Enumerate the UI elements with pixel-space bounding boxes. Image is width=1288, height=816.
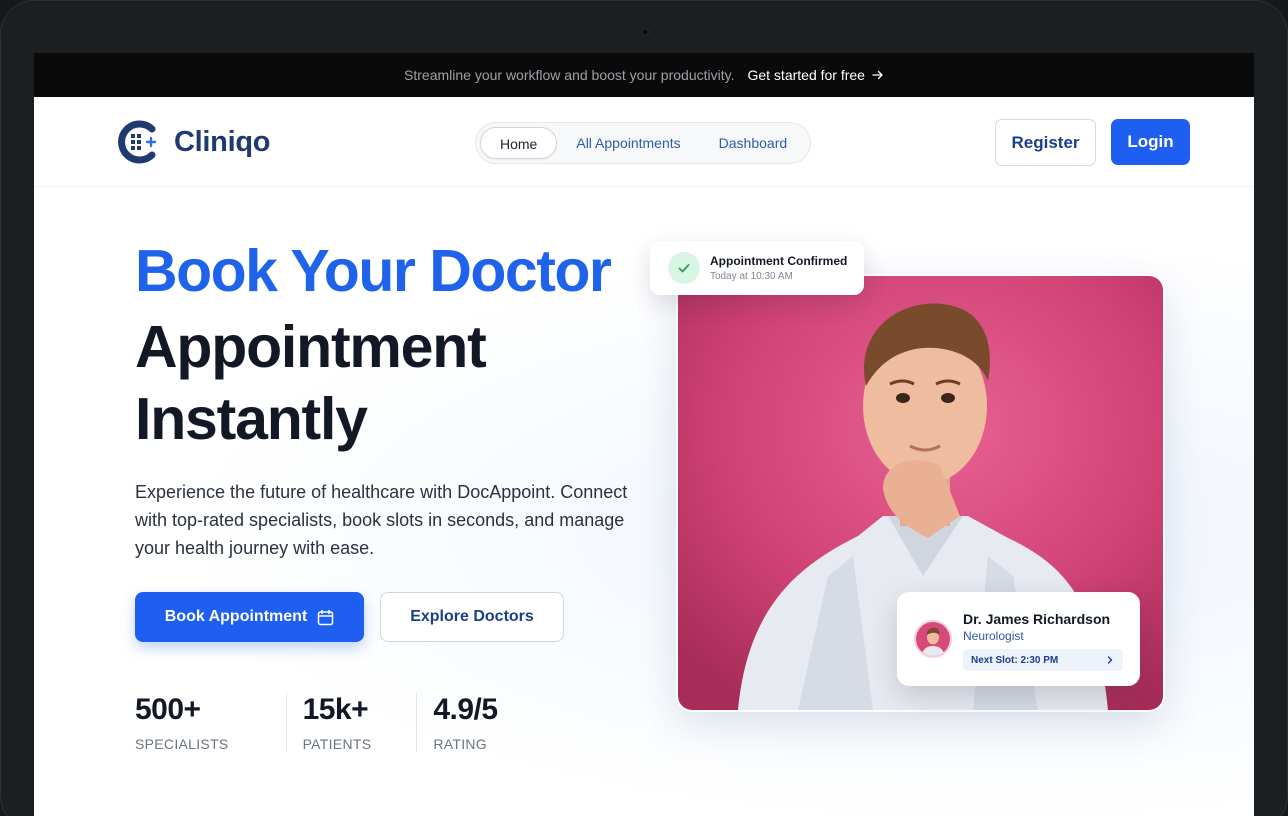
stat-rating: 4.9/5 RATING xyxy=(416,693,542,752)
brand-name: Cliniqo xyxy=(174,125,271,158)
main-nav: Home All Appointments Dashboard xyxy=(475,122,812,164)
stat-patients: 15k+ PATIENTS xyxy=(285,693,417,752)
doctor-card[interactable]: Dr. James Richardson Neurologist Next Sl… xyxy=(897,592,1140,686)
register-button[interactable]: Register xyxy=(995,119,1096,166)
appointment-confirmed-toast: Appointment Confirmed Today at 10:30 AM xyxy=(650,241,864,295)
get-started-link[interactable]: Get started for free xyxy=(747,67,884,83)
hero-stats: 500+ SPECIALISTS 15k+ PATIENTS 4.9/5 RAT… xyxy=(135,693,543,752)
toast-subtitle: Today at 10:30 AM xyxy=(710,271,793,282)
camera-dot xyxy=(641,28,649,36)
nav-home[interactable]: Home xyxy=(480,127,558,159)
hero-description: Experience the future of healthcare with… xyxy=(135,482,628,558)
calendar-icon xyxy=(318,609,334,625)
stat-value: 4.9/5 xyxy=(433,693,498,726)
stat-value: 500+ xyxy=(135,693,201,726)
doctor-specialty: Neurologist xyxy=(963,629,1024,643)
brand-logo[interactable]: Cliniqo xyxy=(118,119,270,165)
stat-specialists: 500+ SPECIALISTS xyxy=(135,693,286,752)
arrow-right-icon xyxy=(872,70,883,80)
doctor-avatar xyxy=(914,620,952,658)
hero-title-line-2: Appointment xyxy=(135,314,487,380)
nav-dashboard[interactable]: Dashboard xyxy=(700,127,807,159)
doctor-name: Dr. James Richardson xyxy=(963,611,1111,627)
chevron-right-icon xyxy=(1107,656,1113,664)
hero-section: Book Your Doctor Appointment Instantly E… xyxy=(34,187,1254,816)
clinic-logo-icon xyxy=(118,120,157,164)
book-appointment-label: Book Appointment xyxy=(164,608,308,625)
stat-label: PATIENTS xyxy=(302,736,372,752)
hero-title-line-3: Instantly xyxy=(135,386,368,452)
nav-all-appointments[interactable]: All Appointments xyxy=(557,127,699,159)
stat-label: SPECIALISTS xyxy=(135,736,229,752)
login-button[interactable]: Login xyxy=(1111,119,1190,165)
hero-title-highlight: Book Your Doctor xyxy=(135,238,612,304)
announcement-bar: Streamline your workflow and boost your … xyxy=(34,53,1254,97)
toast-text: Appointment Confirmed Today at 10:30 AM xyxy=(710,254,847,282)
browser-screen: Streamline your workflow and boost your … xyxy=(34,53,1254,816)
announcement-message: Streamline your workflow and boost your … xyxy=(404,67,735,83)
next-slot-button[interactable]: Next Slot: 2:30 PM xyxy=(963,649,1123,671)
check-icon xyxy=(668,252,700,284)
get-started-label: Get started for free xyxy=(747,67,865,83)
top-navigation: Cliniqo Home All Appointments Dashboard … xyxy=(34,97,1254,187)
stat-label: RATING xyxy=(433,736,487,752)
book-appointment-button[interactable]: Book Appointment xyxy=(135,592,364,642)
toast-title: Appointment Confirmed xyxy=(710,254,848,268)
next-slot-label: Next Slot: 2:30 PM xyxy=(971,654,1059,666)
stat-value: 15k+ xyxy=(302,693,369,726)
explore-doctors-button[interactable]: Explore Doctors xyxy=(380,592,564,642)
